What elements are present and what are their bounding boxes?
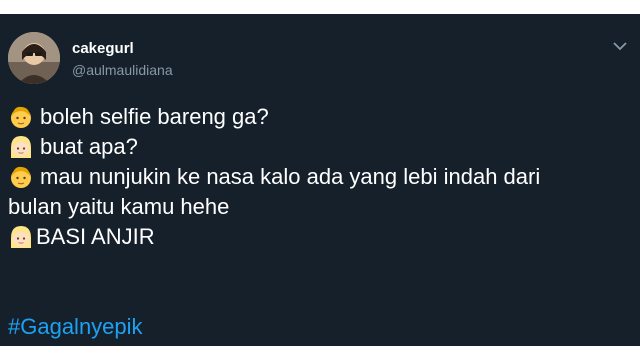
woman-blond-emoji-icon	[11, 136, 31, 158]
tweet-line: mau nunjukin ke nasa kalo ada yang lebi …	[8, 162, 624, 192]
tweet-line: BASI ANJIR	[8, 222, 624, 252]
tweet-line-text: BASI ANJIR	[36, 224, 155, 249]
tweet-line-text: bulan yaitu kamu hehe	[8, 194, 230, 219]
avatar[interactable]	[8, 32, 60, 84]
tweet-line: boleh selfie bareng ga?	[8, 102, 624, 132]
hashtag-link[interactable]: #Gagalnyepik	[8, 314, 143, 340]
man-emoji-icon	[11, 106, 31, 128]
tweet-line: bulan yaitu kamu hehe	[8, 192, 624, 222]
tweet-line-text: boleh selfie bareng ga?	[40, 104, 269, 129]
woman-blond-emoji-icon	[11, 226, 31, 248]
tweet-line: buat apa?	[8, 132, 624, 162]
chevron-down-icon[interactable]	[612, 40, 628, 52]
man-emoji-icon	[11, 166, 31, 188]
display-name[interactable]: cakegurl	[72, 40, 134, 57]
user-handle[interactable]: @aulmaulidiana	[72, 62, 173, 78]
tweet-line-text: mau nunjukin ke nasa kalo ada yang lebi …	[40, 164, 541, 189]
tweet-body: boleh selfie bareng ga? buat apa? mau nu…	[8, 102, 624, 252]
tweet-line-text: buat apa?	[40, 134, 138, 159]
tweet-card: cakegurl @aulmaulidiana boleh selfie bar…	[0, 14, 640, 346]
